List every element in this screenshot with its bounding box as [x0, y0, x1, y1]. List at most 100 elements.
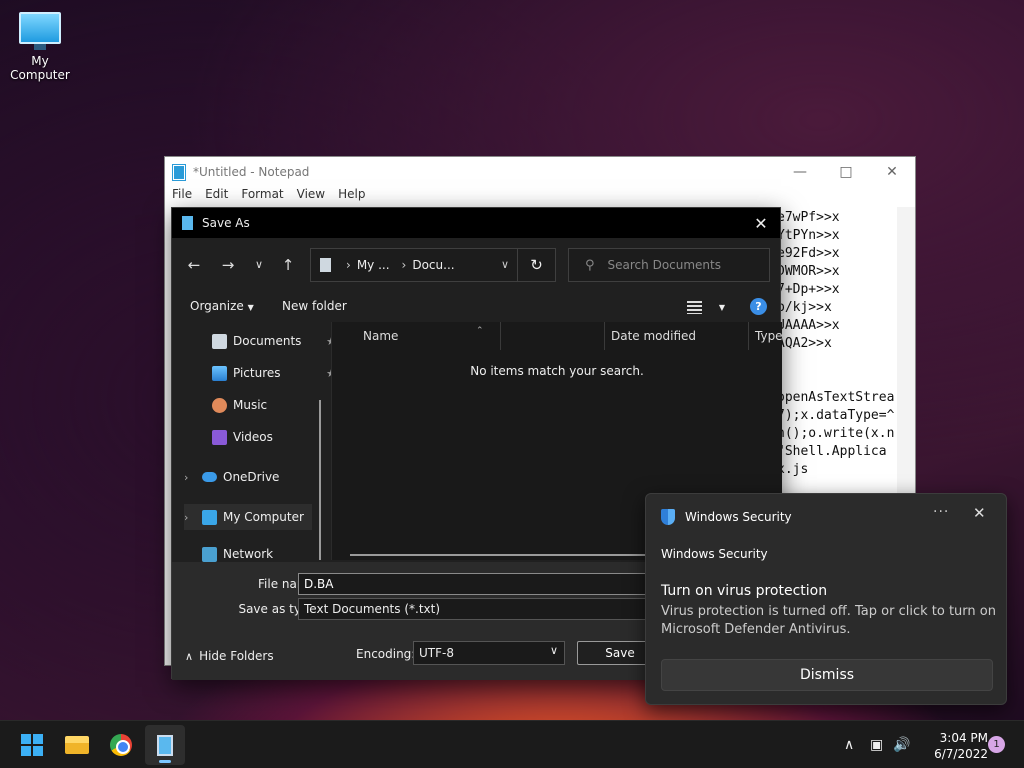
address-bar[interactable]: › My ... › Docu... ∨ ↻ [310, 248, 556, 282]
volume-icon[interactable]: 🔊 [893, 721, 910, 768]
text-line: p/kj>>x [777, 300, 832, 315]
menu-file[interactable]: File [172, 187, 192, 207]
close-button[interactable]: ✕ [869, 157, 915, 187]
desktop-icon-label: My Computer [10, 54, 70, 82]
navigation-scrollbar[interactable] [319, 400, 321, 560]
tree-item-label: My Computer [223, 510, 304, 524]
tree-item-music[interactable]: Music [212, 392, 267, 418]
taskbar: ∧ ▣ 🔊 3:04 PM 6/7/2022 1 [0, 720, 1024, 768]
clock-time: 3:04 PM [939, 731, 988, 745]
cloud-icon [202, 472, 217, 482]
menu-view[interactable]: View [297, 187, 325, 207]
encoding-label: Encoding: [356, 647, 416, 661]
close-icon[interactable]: ✕ [973, 504, 986, 522]
chrome-icon [110, 734, 132, 756]
tree-item-network[interactable]: › Network [202, 544, 273, 564]
network-icon[interactable]: ▣ [870, 721, 883, 768]
breadcrumb-separator-icon: › [346, 258, 351, 272]
search-box[interactable]: ⚲ Search Documents [568, 248, 770, 282]
chrome-button[interactable] [101, 725, 141, 765]
clock[interactable]: 3:04 PM 6/7/2022 [918, 730, 988, 762]
dialog-titlebar[interactable]: Save As [172, 208, 780, 238]
hide-folders-button[interactable]: ∧ Hide Folders [185, 649, 274, 663]
forward-arrow-icon[interactable]: → [216, 256, 240, 276]
minimize-button[interactable]: — [777, 157, 823, 187]
text-line: UAAAA>>x [777, 318, 840, 333]
view-options-button[interactable]: ▼ [687, 296, 725, 318]
text-line: AQA2>>x [777, 336, 832, 351]
organize-button[interactable]: Organize ▼ [190, 299, 254, 313]
more-options-icon[interactable]: ··· [933, 504, 949, 520]
chevron-down-icon: ▼ [718, 302, 725, 312]
breadcrumb-my-computer[interactable]: My ... [357, 258, 390, 272]
empty-list-message: No items match your search. [470, 364, 644, 378]
column-divider[interactable] [500, 322, 501, 350]
menu-format[interactable]: Format [241, 187, 283, 207]
organize-label: Organize [190, 299, 244, 313]
breadcrumb-documents[interactable]: Docu... [412, 258, 454, 272]
desktop-icon-my-computer[interactable]: My Computer [2, 8, 78, 82]
recent-locations-chevron-icon[interactable]: ∨ [247, 258, 271, 278]
new-folder-button[interactable]: New folder [282, 299, 347, 313]
toast-app-name: Windows Security [661, 547, 768, 561]
notification-badge[interactable]: 1 [988, 736, 1005, 753]
notification-toast[interactable]: Windows Security ··· ✕ Windows Security … [645, 493, 1007, 705]
chevron-right-icon[interactable]: › [184, 471, 188, 484]
tree-item-pictures[interactable]: Pictures ★ [212, 360, 336, 386]
column-divider[interactable] [604, 322, 605, 350]
tree-item-documents[interactable]: Documents ★ [212, 328, 336, 354]
chevron-down-icon: ▼ [247, 303, 254, 312]
computer-icon [202, 509, 217, 525]
dismiss-button[interactable]: Dismiss [661, 659, 993, 691]
text-line: e92Fd>>x [777, 246, 840, 261]
notepad-taskbar-button[interactable] [145, 725, 185, 765]
column-divider[interactable] [748, 322, 749, 350]
show-hidden-icons-icon[interactable]: ∧ [844, 721, 854, 768]
toast-body: Virus protection is turned off. Tap or c… [661, 604, 996, 637]
navigation-bar: ← → ∨ ↑ › My ... › Docu... ∨ ↻ ⚲ Search … [172, 248, 780, 282]
refresh-icon[interactable]: ↻ [517, 249, 555, 281]
column-header-type[interactable]: Type [755, 322, 783, 350]
menu-edit[interactable]: Edit [205, 187, 228, 207]
breadcrumb-separator-icon: › [401, 258, 407, 272]
tree-item-label: Network [223, 547, 274, 561]
address-dropdown-icon[interactable]: ∨ [501, 258, 509, 271]
command-bar: Organize ▼ New folder ▼ ? [172, 296, 780, 318]
folder-icon [65, 736, 89, 754]
tree-item-my-computer[interactable]: › My Computer [184, 504, 312, 530]
text-line: 7+Dp+>>x [777, 282, 840, 297]
music-icon [212, 397, 227, 413]
dialog-close-button[interactable]: ✕ [746, 208, 776, 238]
encoding-select[interactable]: UTF-8 ∨ [413, 641, 565, 665]
help-icon[interactable]: ? [750, 298, 767, 315]
clock-date: 6/7/2022 [934, 747, 988, 761]
toast-title: Turn on virus protection [661, 583, 828, 599]
text-line: openAsTextStrea [777, 390, 895, 405]
search-icon: ⚲ [585, 257, 595, 273]
tree-item-videos[interactable]: Videos [212, 424, 273, 450]
chevron-down-icon: ∨ [549, 644, 558, 657]
network-icon [202, 546, 217, 562]
videos-icon [212, 429, 227, 445]
list-view-icon [687, 300, 702, 314]
column-label: Name [363, 329, 399, 343]
chevron-right-icon[interactable]: › [184, 511, 188, 524]
windows-logo-icon [21, 734, 43, 756]
menu-help[interactable]: Help [338, 187, 365, 207]
tree-item-onedrive[interactable]: › OneDrive [184, 464, 279, 490]
text-line: e7wPf>>x [777, 210, 840, 225]
dialog-title: Save As [202, 216, 250, 230]
shield-icon [661, 509, 675, 525]
start-button[interactable] [12, 725, 52, 765]
column-header-date-modified[interactable]: Date modified [611, 322, 696, 350]
column-header-name[interactable]: Name ⌃ [363, 322, 484, 350]
hide-folders-label: Hide Folders [199, 649, 274, 663]
encoding-value: UTF-8 [419, 646, 454, 660]
navigation-pane: Documents ★ Pictures ★ Music Videos › On… [172, 324, 336, 564]
up-arrow-icon[interactable]: ↑ [276, 256, 300, 276]
back-arrow-icon[interactable]: ← [182, 256, 206, 276]
text-line: YtPYn>>x [777, 228, 840, 243]
monitor-icon [19, 12, 61, 50]
file-explorer-button[interactable] [57, 725, 97, 765]
maximize-button[interactable]: □ [823, 157, 869, 187]
